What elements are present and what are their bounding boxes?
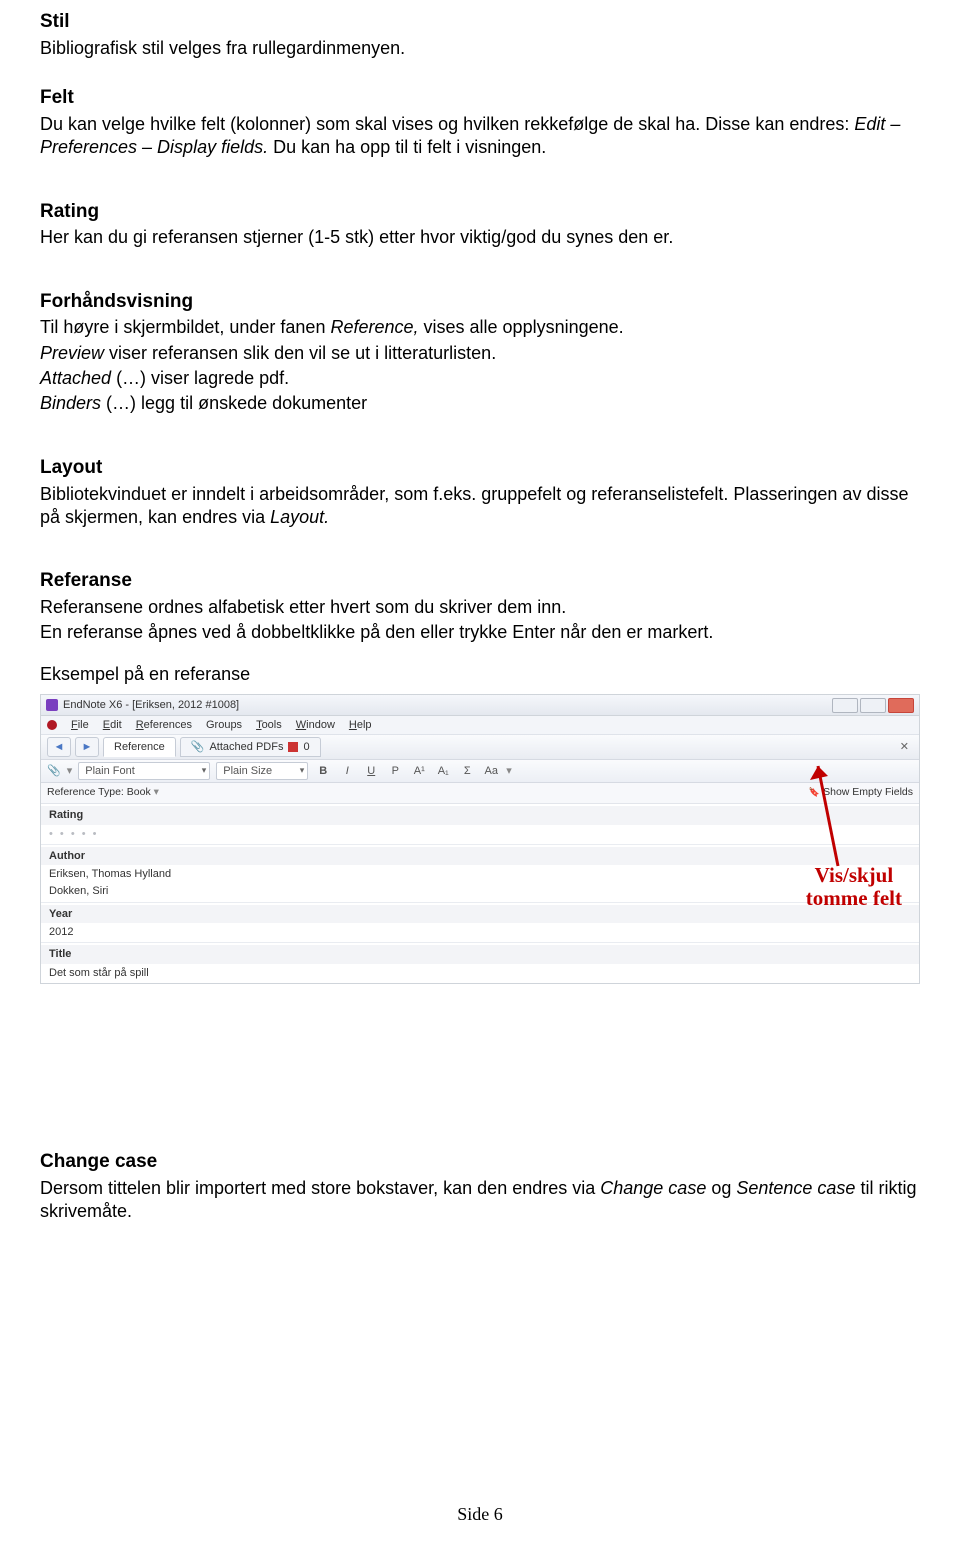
text-forhand-1: Til høyre i skjermbildet, under fanen Re…	[40, 316, 920, 339]
app-icon	[46, 699, 58, 711]
bold-button[interactable]: B	[314, 764, 332, 778]
text-forhand-4: Binders (…) legg til ønskede dokumenter	[40, 392, 920, 415]
field-label-title: Title	[41, 945, 919, 963]
pdf-icon	[288, 742, 298, 752]
window-title: EndNote X6 - [Eriksen, 2012 #1008]	[63, 698, 239, 712]
text-layout: Bibliotekvinduet er inndelt i arbeidsomr…	[40, 483, 920, 530]
size-dropdown[interactable]: Plain Size	[216, 762, 308, 780]
menu-groups[interactable]: Groups	[206, 718, 242, 732]
reference-type-row: Reference Type: Book ▾ 🔖Show Empty Field…	[41, 783, 919, 804]
text: Du kan velge hvilke felt (kolonner) som …	[40, 114, 854, 134]
text-rating: Her kan du gi referansen stjerner (1-5 s…	[40, 226, 920, 249]
text: Bibliotekvinduet er inndelt i arbeidsomr…	[40, 484, 908, 527]
text: viser referansen slik den vil se ut i li…	[104, 343, 496, 363]
toolbar-close-button[interactable]: ✕	[896, 740, 913, 754]
text: Til høyre i skjermbildet, under fanen	[40, 317, 330, 337]
year-value[interactable]: 2012	[49, 923, 911, 940]
nav-back-button[interactable]: ◄	[47, 737, 71, 757]
text-italic: Reference,	[330, 317, 418, 337]
author-value[interactable]: Dokken, Siri	[49, 882, 911, 899]
text: (…) legg til ønskede dokumenter	[106, 393, 367, 413]
menu-edit[interactable]: Edit	[103, 718, 122, 732]
endnote-icon	[47, 720, 57, 730]
window-close-button[interactable]	[888, 698, 914, 713]
menu-file[interactable]: File	[71, 718, 89, 732]
heading-felt: Felt	[40, 86, 920, 111]
text-italic: Preview	[40, 343, 104, 363]
text-italic: Attached	[40, 368, 111, 388]
text-italic: Change case	[600, 1178, 706, 1198]
menubar: File Edit References Groups Tools Window…	[41, 716, 919, 735]
title-value[interactable]: Det som står på spill	[49, 964, 911, 981]
text-change-case: Dersom tittelen blir importert med store…	[40, 1177, 920, 1224]
toolbar-tabs: ◄ ► Reference 📎 Attached PDFs 0 ✕	[41, 735, 919, 760]
symbol-button[interactable]: Σ	[458, 764, 476, 778]
heading-referanse: Referanse	[40, 569, 920, 594]
menu-help[interactable]: Help	[349, 718, 372, 732]
author-value[interactable]: Eriksen, Thomas Hylland	[49, 865, 911, 882]
heading-forhandsvisning: Forhåndsvisning	[40, 290, 920, 315]
rating-value[interactable]: • • • • •	[49, 825, 911, 842]
text-forhand-2: Preview viser referansen slik den vil se…	[40, 342, 920, 365]
text-italic: Binders	[40, 393, 106, 413]
menu-references[interactable]: References	[136, 718, 192, 732]
text: (…) viser lagrede pdf.	[111, 368, 289, 388]
heading-rating: Rating	[40, 200, 920, 225]
paperclip-icon[interactable]: 📎	[47, 764, 61, 778]
window-maximize-button[interactable]	[860, 698, 886, 713]
tab-label: Reference	[114, 740, 165, 754]
screenshot-endnote: EndNote X6 - [Eriksen, 2012 #1008] File …	[40, 694, 920, 984]
nav-forward-button[interactable]: ►	[75, 737, 99, 757]
text-eksempel: Eksempel på en referanse	[40, 663, 920, 686]
field-label-author: Author	[41, 847, 919, 865]
format-toolbar: 📎 ▾ Plain Font Plain Size B I U P A¹ A₁ …	[41, 760, 919, 783]
window-titlebar: EndNote X6 - [Eriksen, 2012 #1008]	[41, 695, 919, 716]
page-number: Side 6	[40, 1503, 920, 1526]
text-referanse-2: En referanse åpnes ved å dobbeltklikke p…	[40, 621, 920, 644]
tab-label: Attached PDFs	[209, 740, 283, 754]
font-dropdown[interactable]: Plain Font	[78, 762, 210, 780]
paperclip-icon: 📎	[191, 740, 205, 754]
reference-type-value[interactable]: Book	[127, 786, 151, 798]
field-label-rating: Rating	[41, 806, 919, 824]
heading-layout: Layout	[40, 456, 920, 481]
menu-tools[interactable]: Tools	[256, 718, 282, 732]
heading-stil: Stil	[40, 10, 920, 35]
text: Du kan ha opp til ti felt i visningen.	[268, 137, 546, 157]
text: Dersom tittelen blir importert med store…	[40, 1178, 600, 1198]
tab-attached-pdfs[interactable]: 📎 Attached PDFs 0	[180, 737, 321, 757]
text: og	[706, 1178, 736, 1198]
superscript-button[interactable]: A¹	[410, 764, 428, 778]
underline-button[interactable]: U	[362, 764, 380, 778]
annotation-text: Vis/skjultomme felt	[806, 864, 902, 910]
text-referanse-1: Referansene ordnes alfabetisk etter hver…	[40, 596, 920, 619]
text-italic: Layout.	[270, 507, 329, 527]
attached-count: 0	[303, 740, 309, 754]
menu-window[interactable]: Window	[296, 718, 335, 732]
field-label-year: Year	[41, 905, 919, 923]
text-italic: Sentence case	[736, 1178, 855, 1198]
text: vises alle opplysningene.	[419, 317, 624, 337]
text-forhand-3: Attached (…) viser lagrede pdf.	[40, 367, 920, 390]
heading-change-case: Change case	[40, 1150, 920, 1175]
case-button[interactable]: Aa	[482, 764, 500, 778]
subscript-button[interactable]: A₁	[434, 764, 452, 778]
reference-type-label: Reference Type:	[47, 786, 124, 798]
plain-button[interactable]: P	[386, 764, 404, 778]
italic-button[interactable]: I	[338, 764, 356, 778]
text-stil: Bibliografisk stil velges fra rullegardi…	[40, 37, 920, 60]
arrow-annotation-icon	[808, 756, 848, 876]
text-felt: Du kan velge hvilke felt (kolonner) som …	[40, 113, 920, 160]
window-minimize-button[interactable]	[832, 698, 858, 713]
tab-reference[interactable]: Reference	[103, 737, 176, 757]
